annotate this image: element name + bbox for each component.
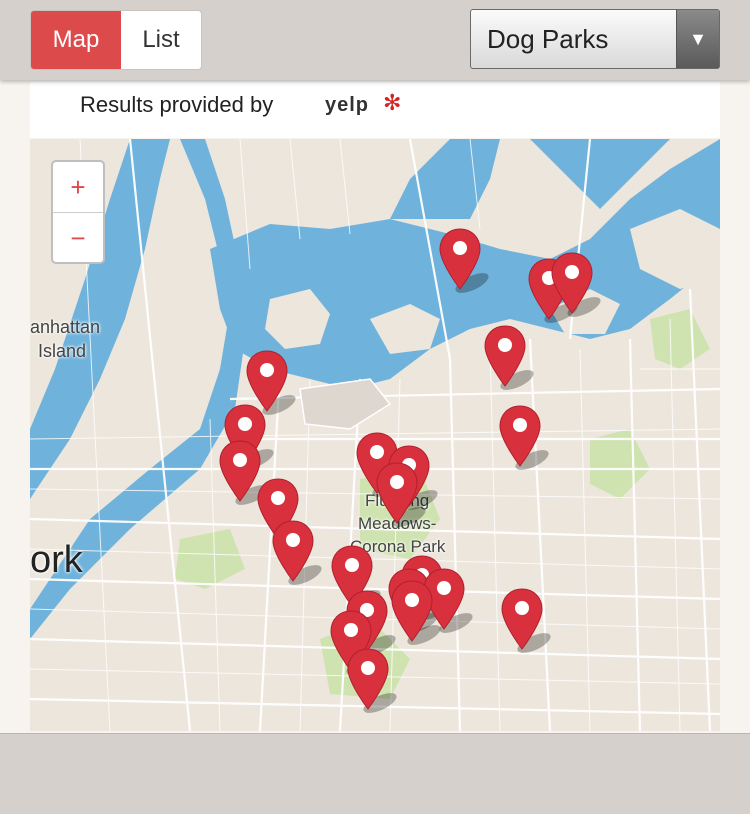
zoom-out-button[interactable]: − — [53, 213, 103, 263]
dog-park-marker[interactable] — [346, 647, 397, 713]
dog-park-marker[interactable] — [498, 404, 549, 470]
zoom-control: + − — [51, 160, 105, 264]
yelp-burst-icon: ✻ — [383, 90, 402, 115]
top-toolbar: Map List Dog Parks ▼ — [0, 0, 750, 80]
list-view-button[interactable]: List — [121, 11, 201, 69]
map-view[interactable]: + − anhattan Island ork Flushing Meadows… — [30, 139, 720, 731]
map-label-new-york: ork — [30, 539, 83, 581]
dog-park-marker[interactable] — [483, 324, 534, 390]
bottom-toolbar — [0, 733, 750, 814]
map-label-manhattan: anhattan — [30, 317, 101, 337]
dog-park-marker[interactable] — [390, 579, 441, 645]
map-label-island: Island — [38, 341, 87, 361]
view-toggle: Map List — [30, 10, 202, 70]
dog-park-marker[interactable] — [550, 251, 601, 317]
chevron-down-icon: ▼ — [676, 10, 719, 68]
yelp-logo[interactable]: yelp — [325, 94, 369, 117]
dog-park-marker[interactable] — [438, 227, 489, 293]
category-select-value: Dog Parks — [487, 23, 609, 54]
map-view-button[interactable]: Map — [31, 11, 121, 69]
category-select[interactable]: Dog Parks ▼ — [470, 9, 720, 69]
zoom-in-button[interactable]: + — [53, 162, 103, 213]
credit-text: Results provided by — [80, 92, 274, 117]
dog-park-marker[interactable] — [500, 587, 551, 653]
dog-park-marker[interactable] — [375, 461, 426, 527]
dog-park-marker[interactable] — [271, 519, 322, 585]
results-credit: Results provided by yelp ✻ — [30, 82, 720, 138]
